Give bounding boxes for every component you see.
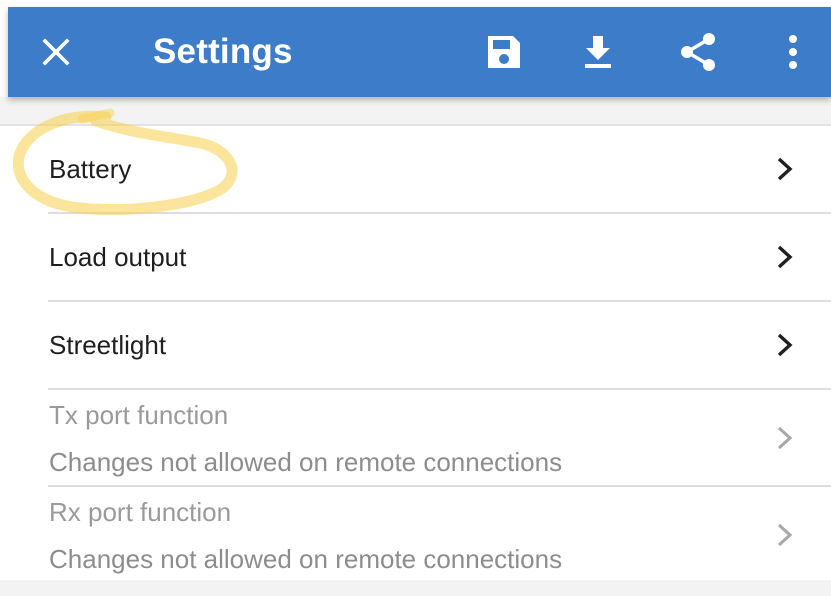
save-button[interactable] <box>474 7 534 97</box>
settings-item-label: Rx port function <box>49 497 232 527</box>
settings-list: Battery Load output Streetlight Tx port … <box>0 124 831 584</box>
settings-item-label: Streetlight <box>49 330 167 360</box>
settings-item-rx-port-function: Rx port function Changes not allowed on … <box>48 487 831 584</box>
more-vert-icon <box>789 35 797 69</box>
settings-item-label: Battery <box>49 154 132 184</box>
settings-item-load-output[interactable]: Load output <box>48 214 831 302</box>
share-button[interactable] <box>668 7 728 97</box>
settings-item-subtitle: Changes not allowed on remote connection… <box>49 447 563 477</box>
close-button[interactable] <box>28 7 84 97</box>
chevron-right-icon <box>777 245 793 269</box>
close-icon <box>42 38 70 66</box>
download-icon <box>585 36 611 68</box>
settings-item-battery[interactable]: Battery <box>48 126 831 214</box>
app-bar: Settings <box>8 7 831 97</box>
settings-item-label: Load output <box>49 242 187 272</box>
share-icon <box>681 33 715 71</box>
settings-item-streetlight[interactable]: Streetlight <box>48 302 831 390</box>
settings-item-tx-port-function: Tx port function Changes not allowed on … <box>48 390 831 487</box>
chevron-right-icon <box>777 523 793 546</box>
list-bottom-spacer <box>0 580 831 596</box>
chevron-right-icon <box>777 333 793 357</box>
chevron-right-icon <box>777 426 793 449</box>
page-title: Settings <box>153 32 293 71</box>
settings-item-label: Tx port function <box>49 400 229 430</box>
settings-item-subtitle: Changes not allowed on remote connection… <box>49 544 563 574</box>
more-options-button[interactable] <box>768 7 818 97</box>
settings-screen: Settings Battery Load output Streetlight… <box>0 0 831 596</box>
chevron-right-icon <box>777 157 793 181</box>
save-icon <box>488 36 520 68</box>
download-button[interactable] <box>568 7 628 97</box>
list-top-spacer <box>0 97 831 124</box>
